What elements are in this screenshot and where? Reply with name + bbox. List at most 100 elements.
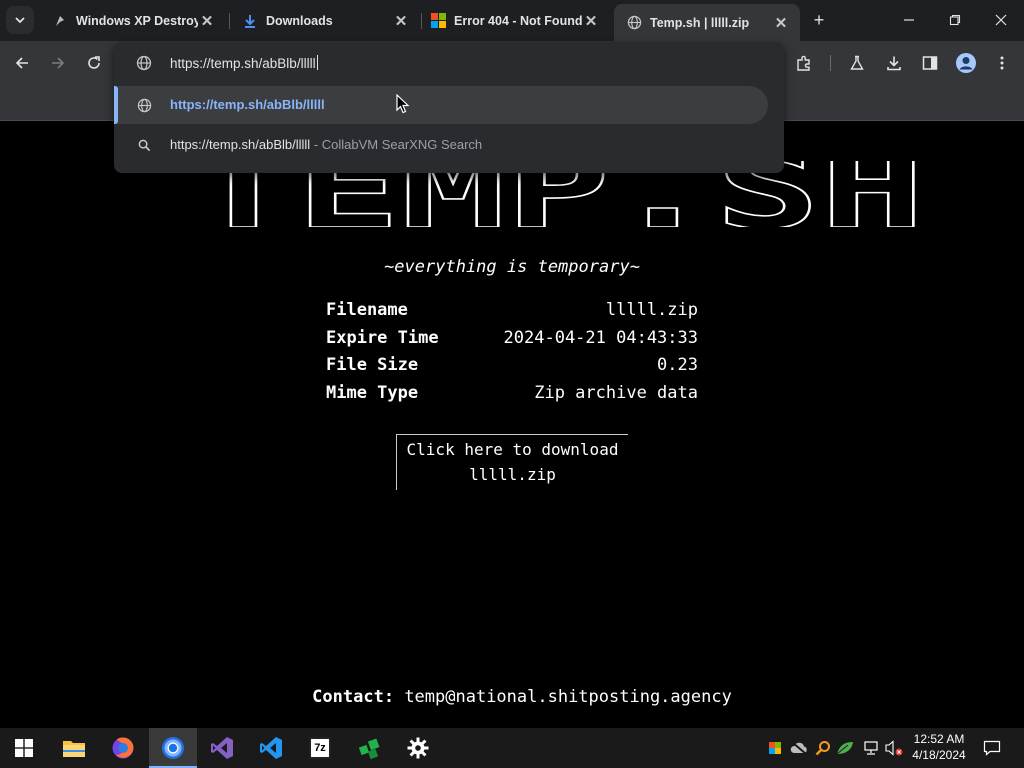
start-button[interactable] bbox=[0, 728, 48, 768]
avatar-icon bbox=[956, 53, 976, 73]
info-value: 0.23 bbox=[657, 355, 698, 375]
info-key: File Size bbox=[326, 355, 419, 375]
globe-icon bbox=[136, 97, 152, 113]
reload-button[interactable] bbox=[80, 49, 108, 77]
firefox-icon bbox=[112, 737, 134, 759]
taskbar-green-app[interactable] bbox=[345, 728, 393, 768]
taskbar-vscode[interactable] bbox=[247, 728, 295, 768]
taskbar-file-explorer[interactable] bbox=[50, 728, 98, 768]
tray-network-app[interactable] bbox=[836, 728, 854, 768]
tab-windows-xp[interactable]: Windows XP Destroye ✕ bbox=[40, 4, 226, 37]
window-close-button[interactable] bbox=[978, 0, 1024, 40]
extensions-button[interactable] bbox=[790, 49, 818, 77]
security-shield-icon bbox=[769, 742, 781, 754]
leaf-icon bbox=[836, 742, 853, 755]
green-app-icon bbox=[358, 738, 380, 760]
start-icon bbox=[15, 739, 33, 757]
tray-search-tool[interactable] bbox=[814, 728, 832, 768]
download-icon bbox=[242, 13, 258, 29]
download-button[interactable]: Click here to download lllll.zip bbox=[396, 434, 628, 490]
info-value: lllll.zip bbox=[605, 300, 698, 320]
close-icon[interactable]: ✕ bbox=[392, 12, 410, 30]
tab-title: Downloads bbox=[266, 13, 333, 28]
close-icon[interactable]: ✕ bbox=[772, 14, 790, 32]
tab-temp-sh[interactable]: Temp.sh | lllll.zip ✕ bbox=[614, 4, 800, 41]
chrome-icon bbox=[162, 737, 184, 759]
clock-date: 4/18/2024 bbox=[912, 748, 966, 762]
tray-onedrive[interactable] bbox=[790, 728, 808, 768]
address-bar[interactable]: https://temp.sh/abBlb/lllll bbox=[114, 42, 784, 84]
address-input-value[interactable]: https://temp.sh/abBlb/lllll bbox=[170, 55, 318, 71]
taskbar-7zip[interactable]: 7z bbox=[296, 728, 344, 768]
tray-security[interactable] bbox=[766, 728, 784, 768]
windows-taskbar: 7z 12:52 AM 4/18/2024 bbox=[0, 728, 1024, 768]
mouse-cursor-icon bbox=[396, 94, 410, 114]
file-info-table: Filename lllll.zip Expire Time 2024-04-2… bbox=[326, 297, 698, 407]
flask-icon bbox=[850, 55, 864, 70]
download-icon bbox=[887, 56, 901, 71]
minimize-icon bbox=[904, 19, 914, 21]
labs-button[interactable] bbox=[843, 49, 871, 77]
suggestion-text: https://temp.sh/abBlb/lllll - CollabVM S… bbox=[170, 137, 483, 152]
arrow-right-icon bbox=[52, 57, 65, 69]
minimize-button[interactable] bbox=[886, 0, 932, 40]
xp-icon bbox=[52, 13, 68, 29]
suggestion-source: - CollabVM SearXNG Search bbox=[310, 137, 483, 152]
taskbar-firefox[interactable] bbox=[99, 728, 147, 768]
settings-icon bbox=[407, 737, 429, 759]
contact-label: Contact: bbox=[312, 687, 395, 707]
info-row-file-size: File Size 0.23 bbox=[326, 352, 698, 380]
reload-icon bbox=[88, 56, 100, 69]
forward-button[interactable] bbox=[44, 49, 72, 77]
taskbar-chrome[interactable] bbox=[149, 728, 197, 768]
new-tab-button[interactable]: + bbox=[808, 9, 830, 31]
side-panel-button[interactable] bbox=[916, 49, 944, 77]
tagline: ~everything is temporary~ bbox=[384, 257, 640, 277]
back-button[interactable] bbox=[8, 49, 36, 77]
restore-icon bbox=[949, 14, 961, 26]
toolbar-divider bbox=[830, 55, 831, 71]
profile-button[interactable] bbox=[952, 49, 980, 77]
contact-email[interactable]: temp@national.shitposting.agency bbox=[404, 687, 732, 707]
text-caret bbox=[316, 55, 318, 70]
download-filename: lllll.zip bbox=[469, 465, 556, 484]
restore-button[interactable] bbox=[932, 0, 978, 40]
taskbar-visual-studio[interactable] bbox=[198, 728, 246, 768]
globe-icon bbox=[626, 15, 642, 31]
tray-network[interactable] bbox=[862, 728, 880, 768]
menu-button[interactable] bbox=[988, 49, 1016, 77]
contact-line: Contact: temp@national.shitposting.agenc… bbox=[0, 687, 1024, 707]
globe-icon bbox=[136, 55, 152, 71]
close-icon bbox=[995, 14, 1007, 26]
page-content: TEMP.SH ~everything is temporary~ Filena… bbox=[0, 121, 1024, 728]
omnibox-suggestion-search[interactable]: https://temp.sh/abBlb/lllll - CollabVM S… bbox=[114, 126, 768, 164]
info-row-filename: Filename lllll.zip bbox=[326, 297, 698, 325]
speaker-muted-icon bbox=[885, 740, 903, 756]
search-icon bbox=[136, 137, 152, 153]
vscode-icon bbox=[260, 737, 282, 759]
system-clock[interactable]: 12:52 AM 4/18/2024 bbox=[908, 731, 970, 763]
close-icon[interactable]: ✕ bbox=[582, 12, 600, 30]
taskbar-settings[interactable] bbox=[394, 728, 442, 768]
7zip-icon: 7z bbox=[309, 737, 331, 759]
chevron-down-icon bbox=[15, 17, 25, 24]
windows-logo-icon bbox=[430, 13, 446, 29]
arrow-left-icon bbox=[15, 57, 28, 69]
close-icon[interactable]: ✕ bbox=[198, 12, 216, 30]
notification-center-button[interactable] bbox=[978, 728, 1006, 768]
info-key: Filename bbox=[326, 300, 408, 320]
side-panel-icon bbox=[922, 56, 938, 70]
tab-downloads[interactable]: Downloads ✕ bbox=[230, 4, 420, 37]
network-icon bbox=[864, 741, 878, 755]
magnifier-icon bbox=[815, 741, 830, 756]
omnibox-suggestion-url[interactable]: https://temp.sh/abBlb/lllll bbox=[114, 86, 768, 124]
notification-icon bbox=[983, 740, 1001, 756]
tray-volume[interactable] bbox=[884, 728, 904, 768]
puzzle-icon bbox=[797, 55, 810, 71]
info-row-expire-time: Expire Time 2024-04-21 04:43:33 bbox=[326, 325, 698, 353]
visual-studio-icon bbox=[211, 737, 233, 759]
downloads-button[interactable] bbox=[880, 49, 908, 77]
tab-search-button[interactable] bbox=[6, 6, 34, 34]
file-explorer-icon bbox=[63, 741, 85, 757]
tab-error-404[interactable]: Error 404 - Not Found ✕ bbox=[418, 4, 610, 37]
